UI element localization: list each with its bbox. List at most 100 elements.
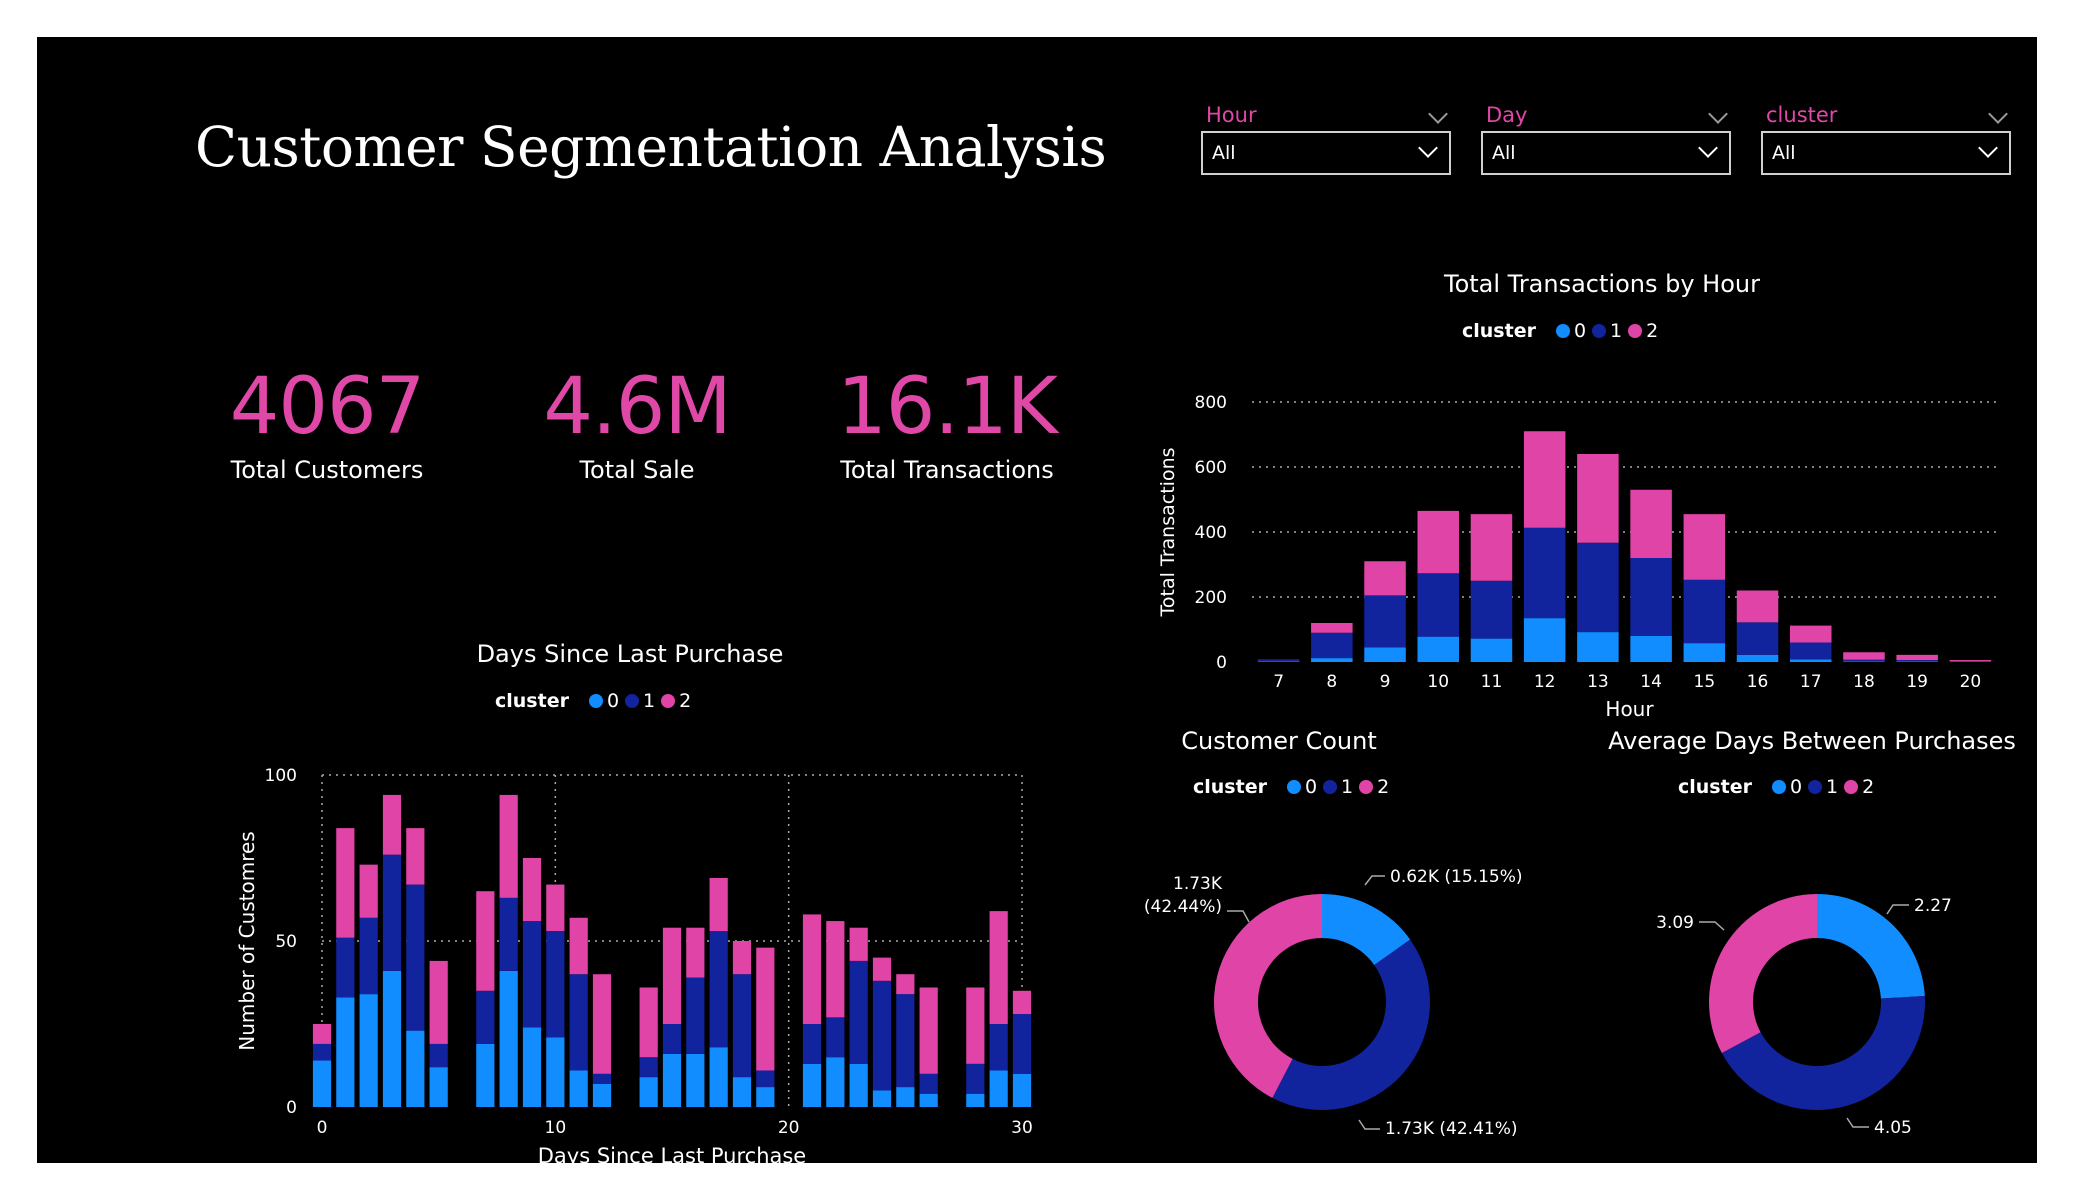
legend-label: 2 [1862, 776, 1875, 798]
days-chart-title: Days Since Last Purchase [476, 640, 784, 668]
day-filter[interactable]: Day All [1481, 103, 1731, 183]
x-tick-label: 10 [1427, 672, 1449, 692]
bar-segment [1630, 636, 1672, 662]
bar-segment [1257, 660, 1300, 662]
bar-segment [639, 987, 658, 1058]
chevron-down-icon[interactable] [1428, 104, 1448, 124]
legend-dot [1555, 324, 1570, 338]
chevron-down-icon[interactable] [1418, 138, 1438, 158]
avg-chart-title: Average Days Between Purchases [1608, 727, 2016, 755]
bar-segment [429, 1067, 448, 1107]
cluster-filter-label: cluster [1766, 103, 1838, 127]
bar-segment [499, 794, 518, 898]
bar-segment [1630, 489, 1672, 558]
bar-segment [1417, 573, 1460, 637]
chevron-down-icon[interactable] [1978, 138, 1998, 158]
bar-segment [802, 1024, 822, 1064]
data-label: (42.44%) [1144, 897, 1222, 917]
x-tick-label: 10 [545, 1118, 567, 1138]
count-donut-chart: 0.62K (15.15%) 1.73K (42.41%) 1.73K (42.44%… [1144, 867, 1523, 1139]
bar-segment [1311, 632, 1353, 659]
count-chart-title: Customer Count [1181, 727, 1377, 755]
kpi-label: Total Transactions [840, 456, 1054, 484]
x-tick-label: 20 [1960, 672, 1982, 692]
donut-slice [1817, 894, 1925, 999]
bar-segment [1577, 454, 1619, 543]
bar-segment [546, 1037, 565, 1107]
bar-segment [1364, 561, 1406, 596]
bar-segment [662, 927, 682, 1024]
bar-segment [569, 917, 588, 975]
bar-segment [406, 828, 425, 885]
cluster-filter[interactable]: cluster All [1761, 103, 2011, 183]
bar-segment [1523, 527, 1566, 619]
bar-segment [686, 977, 705, 1054]
dashboard-canvas: Customer Segmentation Analysis Hour All … [37, 37, 2037, 1163]
x-tick-label: 18 [1853, 672, 1875, 692]
legend-title: cluster [1462, 320, 1536, 342]
legend-label: 1 [1341, 776, 1354, 798]
leader-line [1358, 1119, 1380, 1130]
leader-line [1886, 904, 1909, 915]
legend-dot [1286, 780, 1301, 794]
legend-dot [1592, 324, 1607, 338]
bar-segment [709, 1047, 728, 1107]
cluster-filter-value: All [1772, 142, 1796, 164]
bar-segment [849, 960, 868, 1064]
kpi-value: 16.1K [837, 362, 1058, 452]
legend-label: 0 [1789, 776, 1803, 798]
y-tick-label: 100 [265, 766, 297, 786]
bar-segment [1789, 642, 1832, 660]
legend-dot [625, 694, 640, 708]
bar-segment [709, 877, 728, 932]
bar-segment [1683, 514, 1726, 580]
kpi-total-sale: 4.6M Total Sale [487, 362, 787, 484]
legend-label: 0 [1573, 320, 1587, 342]
y-tick-label: 200 [1195, 588, 1227, 608]
x-tick-label: 8 [1326, 672, 1337, 692]
chevron-down-icon[interactable] [1698, 138, 1718, 158]
bar-segment [732, 941, 752, 975]
bar-segment [756, 1087, 775, 1107]
y-tick-label: 600 [1195, 458, 1227, 478]
bar-segment [359, 917, 378, 995]
y-tick-label: 50 [275, 932, 297, 952]
bar-segment [1012, 1073, 1032, 1107]
bar-segment [1470, 580, 1513, 639]
bar-segment [1257, 661, 1300, 662]
legend-label: 1 [643, 690, 656, 712]
hour-filter[interactable]: Hour All [1201, 103, 1451, 183]
day-filter-label: Day [1486, 103, 1528, 127]
legend-dot [1359, 780, 1374, 794]
bar-segment [592, 1073, 612, 1084]
legend-label: 0 [1304, 776, 1318, 798]
chevron-down-icon[interactable] [1988, 104, 2008, 124]
day-filter-dropdown[interactable]: All [1481, 131, 1731, 175]
bar-segment [429, 960, 448, 1044]
bar-segment [1417, 636, 1460, 662]
chevron-down-icon[interactable] [1708, 104, 1728, 124]
bar-segment [476, 990, 495, 1044]
bar-segment [546, 884, 565, 932]
y-tick-label: 400 [1195, 523, 1227, 543]
legend-dot [661, 694, 676, 708]
bar-segment [919, 1093, 938, 1107]
hour-filter-dropdown[interactable]: All [1201, 131, 1451, 175]
bar-segment [1736, 590, 1779, 623]
bar-segment [1364, 595, 1406, 648]
bar-segment [826, 1017, 845, 1058]
bar-segment [382, 970, 402, 1107]
bar-segment [896, 974, 915, 995]
x-tick-label: 11 [1481, 672, 1503, 692]
cluster-filter-dropdown[interactable]: All [1761, 131, 2011, 175]
x-axis-label: Days Since Last Purchase [538, 1144, 806, 1163]
x-tick-label: 20 [778, 1118, 800, 1138]
bar-segment [1523, 618, 1566, 662]
bar-segment [1896, 660, 1938, 662]
x-tick-label: 19 [1906, 672, 1928, 692]
legend-dot [1771, 780, 1786, 794]
bar-segment [662, 1053, 682, 1107]
x-tick-label: 12 [1534, 672, 1556, 692]
bar-segment [406, 884, 425, 1031]
bar-segment [359, 994, 378, 1107]
